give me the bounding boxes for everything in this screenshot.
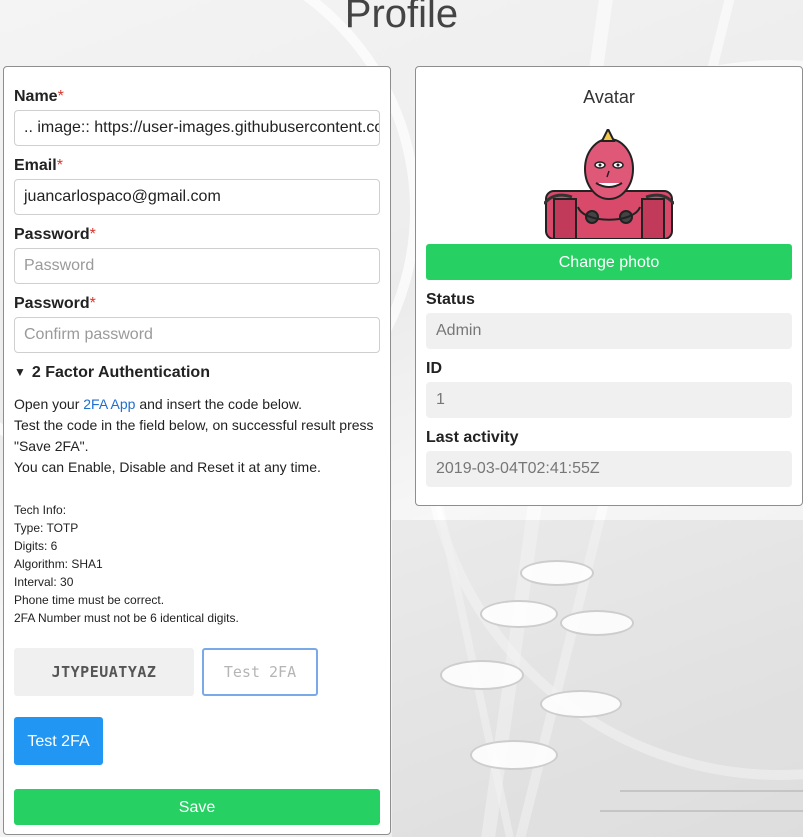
required-mark: * bbox=[56, 157, 63, 174]
required-mark: * bbox=[89, 226, 96, 243]
confirm-password-input[interactable]: Confirm password bbox=[14, 317, 380, 353]
profile-form-card: Name* .. image:: https://user-images.git… bbox=[3, 66, 391, 835]
confirm-password-label-text: Password bbox=[14, 295, 90, 312]
save-button[interactable]: Save bbox=[14, 789, 380, 825]
tech-info-line: 2FA Number must not be 6 identical digit… bbox=[14, 611, 239, 625]
tech-info-line: Type: TOTP bbox=[14, 521, 79, 535]
email-label: Email* bbox=[14, 157, 63, 175]
name-input[interactable]: .. image:: https://user-images.githubuse… bbox=[14, 110, 380, 146]
tech-info-line: Digits: 6 bbox=[14, 539, 58, 553]
tech-info-line: Phone time must be correct. bbox=[14, 593, 165, 607]
tech-info: Tech Info: Type: TOTP Digits: 6 Algorith… bbox=[14, 501, 239, 627]
password-label-text: Password bbox=[14, 226, 90, 243]
name-label: Name* bbox=[14, 88, 64, 106]
twofa-desc-post: and insert the code below. bbox=[135, 396, 302, 412]
robot-avatar-image bbox=[544, 129, 674, 239]
twofa-summary-text: 2 Factor Authentication bbox=[31, 364, 210, 381]
password-input[interactable]: Password bbox=[14, 248, 380, 284]
tech-info-line: Algorithm: SHA1 bbox=[14, 557, 103, 571]
last-activity-label: Last activity bbox=[426, 429, 519, 446]
email-label-text: Email bbox=[14, 157, 57, 174]
change-photo-button[interactable]: Change photo bbox=[426, 244, 792, 280]
twofa-desc-pre: Open your bbox=[14, 396, 84, 412]
id-label: ID bbox=[426, 360, 442, 377]
last-activity-field: 2019-03-04T02:41:55Z bbox=[426, 451, 792, 487]
test-2fa-button[interactable]: Test 2FA bbox=[14, 717, 103, 765]
test-2fa-input[interactable]: Test 2FA bbox=[202, 648, 318, 696]
triangle-down-icon: ▼ bbox=[14, 365, 26, 379]
required-mark: * bbox=[89, 295, 96, 312]
robot-avatar-drawing bbox=[544, 129, 674, 239]
confirm-password-label: Password* bbox=[14, 295, 96, 313]
twofa-description: Open your 2FA App and insert the code be… bbox=[14, 394, 374, 478]
status-label: Status bbox=[426, 291, 475, 308]
twofa-secret-code: JTYPEUATYAZ bbox=[14, 648, 194, 696]
avatar-title: Avatar bbox=[583, 87, 635, 107]
twofa-desc-line2: Test the code in the field below, on suc… bbox=[14, 417, 374, 454]
twofa-summary-toggle[interactable]: ▼ 2 Factor Authentication bbox=[14, 364, 210, 382]
tech-info-line: Tech Info: bbox=[14, 503, 67, 517]
twofa-app-link[interactable]: 2FA App bbox=[83, 396, 135, 412]
id-field: 1 bbox=[426, 382, 792, 418]
twofa-desc-line3: You can Enable, Disable and Reset it at … bbox=[14, 459, 321, 475]
page-title: Profile bbox=[344, 0, 459, 36]
avatar-card: Avatar Change photo Status Admin ID 1 La… bbox=[415, 66, 803, 506]
status-field: Admin bbox=[426, 313, 792, 349]
name-label-text: Name bbox=[14, 88, 58, 105]
email-input[interactable]: juancarlospaco@gmail.com bbox=[14, 179, 380, 215]
required-mark: * bbox=[57, 88, 64, 105]
password-label: Password* bbox=[14, 226, 96, 244]
tech-info-line: Interval: 30 bbox=[14, 575, 74, 589]
